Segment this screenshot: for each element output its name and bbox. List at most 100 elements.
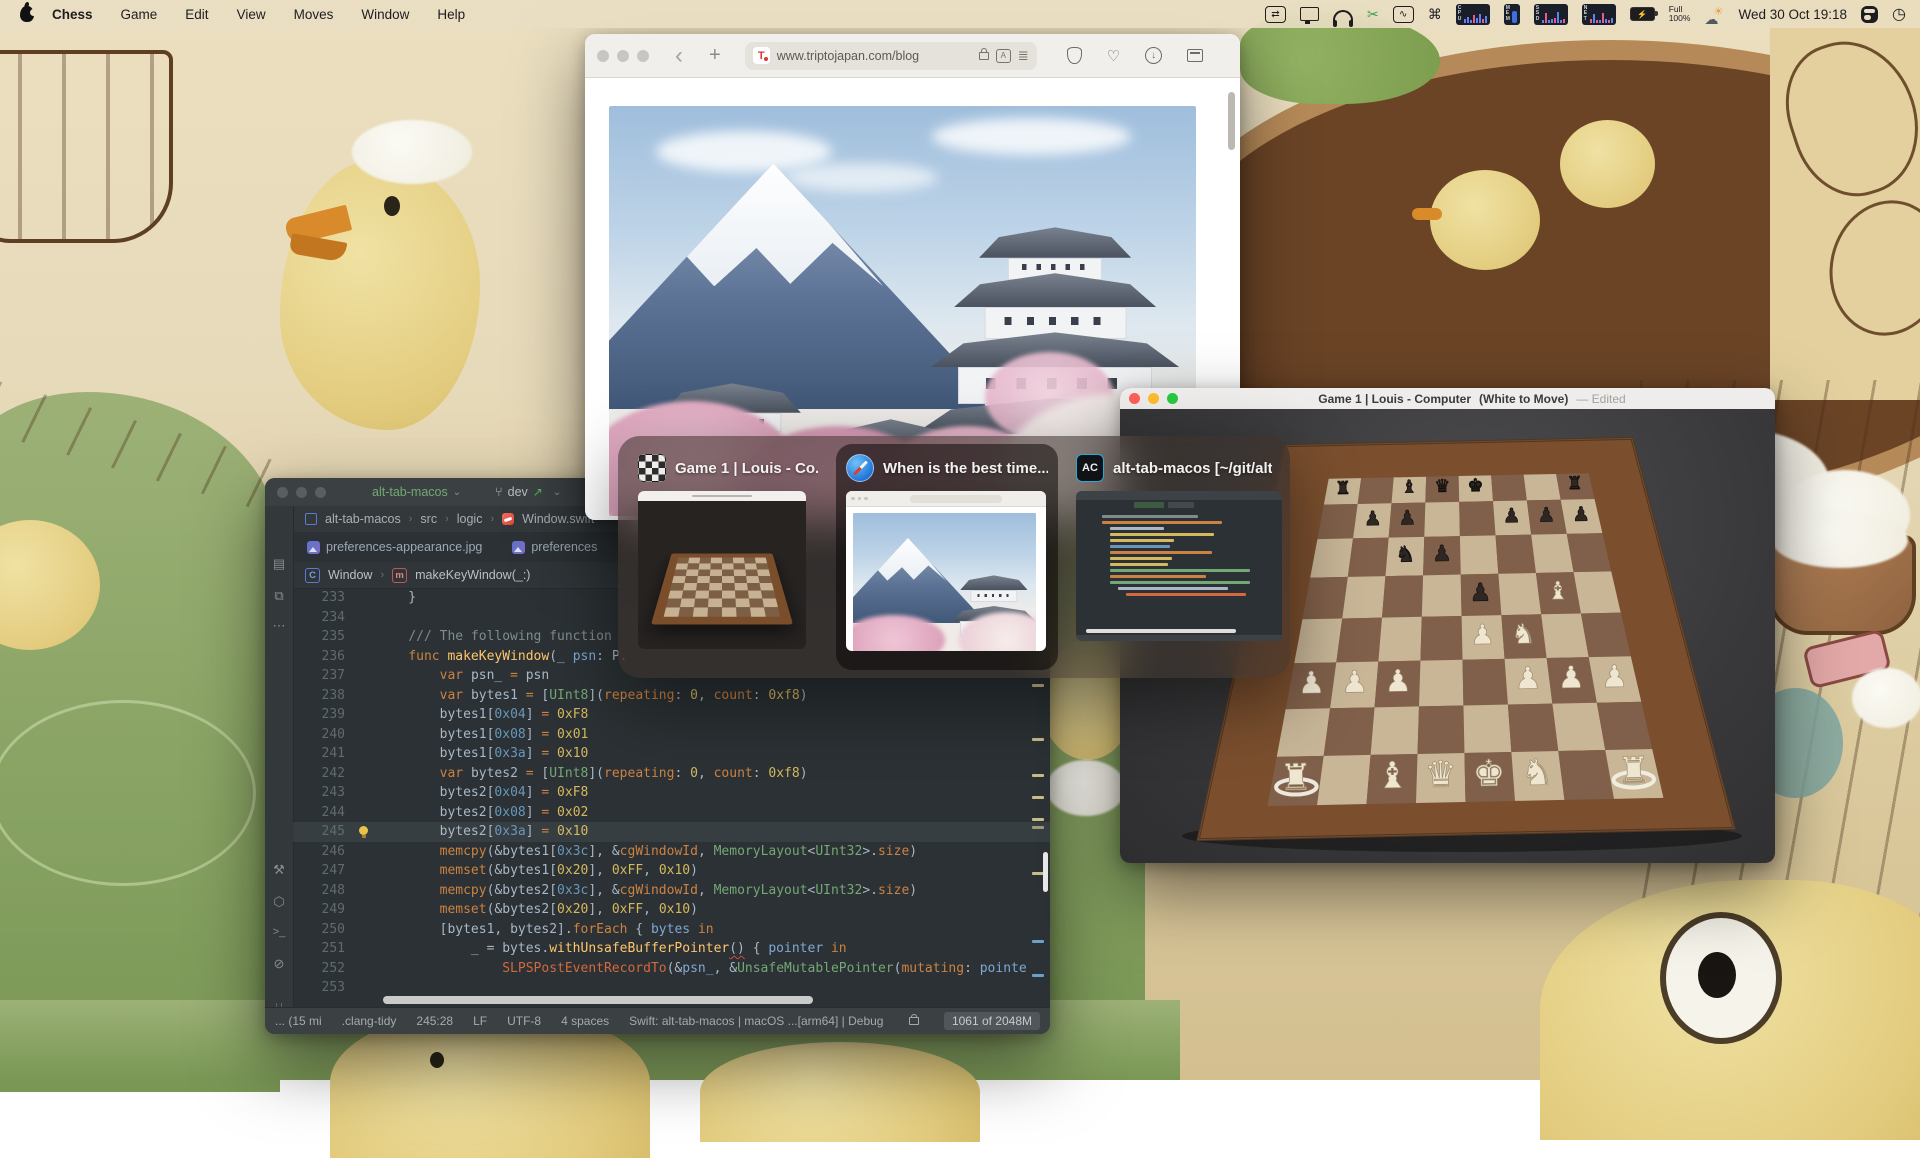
project-tool-icon[interactable]: ▤ — [265, 556, 293, 572]
black-piece: ♟ — [1469, 578, 1492, 607]
back-button[interactable]: ‹ — [675, 44, 683, 68]
chess-window-thumbnail[interactable] — [638, 491, 806, 649]
wallpaper-duck — [280, 160, 480, 430]
trackpad-icon[interactable]: ∿ — [1393, 6, 1414, 23]
memory-meter[interactable]: MEM — [1504, 4, 1520, 25]
ssd-meter[interactable]: SSD — [1534, 4, 1568, 25]
line-number: 243 — [293, 783, 351, 803]
intention-bulb-icon[interactable] — [359, 826, 368, 835]
line-number: 237 — [293, 666, 351, 686]
safari-window-thumbnail[interactable] — [846, 491, 1046, 651]
line-number: 248 — [293, 881, 351, 901]
menu-edit[interactable]: Edit — [185, 7, 208, 22]
apple-menu-icon[interactable] — [20, 6, 34, 22]
safari-toolbar[interactable]: ‹ + T www.triptojapan.com/blog A ≣ ♡ ↓ — [585, 34, 1240, 78]
status-caret-position[interactable]: 245:28 — [416, 1014, 453, 1028]
switcher-item-safari-selected[interactable]: When is the best time... — [836, 444, 1058, 670]
window-controls[interactable] — [597, 50, 649, 62]
tab-preferences-appearance[interactable]: preferences-appearance.jpg — [307, 540, 482, 554]
wallpaper-foam — [352, 120, 472, 184]
code-line: 251 _ = bytes.withUnsafeBufferPointer() … — [293, 939, 1050, 959]
minimize-button[interactable] — [1148, 393, 1159, 404]
window-controls[interactable] — [1129, 393, 1178, 404]
weather-icon[interactable]: ☀☁ — [1704, 7, 1724, 21]
crumb-src[interactable]: src — [420, 512, 437, 526]
tab-overview-icon[interactable] — [1187, 49, 1203, 62]
download-icon[interactable]: ↓ — [1145, 47, 1162, 64]
menu-bar-clock[interactable]: Wed 30 Oct 19:18 — [1738, 7, 1847, 22]
switcher-item-chess[interactable]: Game 1 | Louis - Co... — [628, 444, 828, 670]
reader-icon[interactable]: ≣ — [1018, 48, 1029, 64]
status-memory-indicator[interactable]: 1061 of 2048M — [944, 1012, 1040, 1030]
editor-window-thumbnail[interactable] — [1076, 491, 1282, 641]
white-piece: ♜ — [1279, 755, 1313, 799]
close-button[interactable] — [277, 487, 288, 498]
more-tools-icon[interactable]: ⋯ — [265, 618, 293, 634]
project-selector[interactable]: alt-tab-macos — [372, 485, 448, 499]
crumb-method[interactable]: makeKeyWindow(_:) — [415, 568, 530, 582]
new-tab-button[interactable]: + — [709, 44, 721, 67]
black-piece: ♟ — [1503, 504, 1521, 527]
white-piece: ♟ — [1470, 620, 1495, 652]
wallpaper-tub-duck — [1560, 120, 1655, 208]
window-controls[interactable] — [277, 487, 326, 498]
headphones-icon[interactable] — [1333, 10, 1353, 23]
menu-chess[interactable]: Chess — [52, 7, 93, 22]
menu-help[interactable]: Help — [437, 7, 465, 22]
url-text[interactable]: www.triptojapan.com/blog — [777, 49, 919, 63]
scissors-icon[interactable]: ✂ — [1367, 7, 1379, 21]
tool-rail[interactable]: ▤ ⧉ ⋯ ⚒ ⬡ >_ ⊘ ⑂ — [265, 506, 294, 1008]
zoom-button[interactable] — [1167, 393, 1178, 404]
chess-title-bar[interactable]: Game 1 | Louis - Computer (White to Move… — [1120, 388, 1775, 409]
menu-game[interactable]: Game — [121, 7, 158, 22]
display-icon[interactable] — [1300, 7, 1319, 21]
branch-selector[interactable]: ⑂ dev ↗ ⌄ — [495, 485, 561, 499]
menu-window[interactable]: Window — [361, 7, 409, 22]
crumb-file[interactable]: Window.swift — [522, 512, 594, 526]
crumb-project[interactable]: alt-tab-macos — [325, 512, 401, 526]
structure-tool-icon[interactable]: ⧉ — [265, 588, 293, 604]
display-arrangement-icon[interactable]: ⇄ — [1265, 6, 1286, 23]
control-center-icon[interactable] — [1861, 6, 1878, 23]
line-number: 246 — [293, 842, 351, 862]
unlock-icon[interactable] — [909, 1017, 919, 1025]
status-clang-tidy[interactable]: .clang-tidy — [342, 1014, 397, 1028]
network-meter[interactable]: NET — [1582, 4, 1616, 25]
menu-moves[interactable]: Moves — [294, 7, 334, 22]
command-icon[interactable]: ⌘ — [1428, 7, 1442, 21]
switcher-item-appcode[interactable]: AC alt-tab-macos [~/git/alt... — [1066, 444, 1282, 670]
crumb-class[interactable]: Window — [328, 568, 372, 582]
time-machine-icon[interactable]: ◷ — [1892, 4, 1906, 24]
close-button[interactable] — [597, 50, 609, 62]
status-line-ending[interactable]: LF — [473, 1014, 487, 1028]
horizontal-scrollbar[interactable] — [383, 996, 813, 1004]
cpu-meter[interactable]: CPU — [1456, 4, 1490, 25]
menu-view[interactable]: View — [237, 7, 266, 22]
minimize-button[interactable] — [296, 487, 307, 498]
build-tool-icon[interactable]: ⚒ — [265, 862, 293, 878]
zoom-button[interactable] — [637, 50, 649, 62]
editor-status-bar: ... (15 mi .clang-tidy 245:28 LF UTF-8 4… — [265, 1007, 1050, 1034]
status-run-target[interactable]: Swift: alt-tab-macos | macOS ...[arm64] … — [629, 1014, 883, 1028]
translate-icon[interactable]: A — [996, 49, 1011, 63]
heart-icon[interactable]: ♡ — [1107, 47, 1120, 65]
address-bar[interactable]: T www.triptojapan.com/blog A ≣ — [745, 42, 1037, 70]
problems-tool-icon[interactable]: ⊘ — [265, 956, 293, 972]
line-number: 240 — [293, 725, 351, 745]
line-number: 252 — [293, 959, 351, 979]
zoom-button[interactable] — [315, 487, 326, 498]
tab-preferences[interactable]: preferences — [512, 540, 597, 554]
code-line: 243 bytes2[0x04] = 0xF8 — [293, 783, 1050, 803]
crumb-logic[interactable]: logic — [457, 512, 483, 526]
battery-icon[interactable]: ⚡ — [1630, 7, 1655, 21]
close-button[interactable] — [1129, 393, 1140, 404]
status-encoding[interactable]: UTF-8 — [507, 1014, 541, 1028]
terminal-tool-icon[interactable]: >_ — [265, 926, 293, 938]
code-line: 240 bytes1[0x08] = 0x01 — [293, 725, 1050, 745]
status-indent[interactable]: 4 spaces — [561, 1014, 609, 1028]
privacy-shield-icon[interactable] — [1067, 47, 1082, 64]
line-number: 241 — [293, 744, 351, 764]
page-scrollbar[interactable] — [1228, 92, 1235, 150]
run-tool-icon[interactable]: ⬡ — [265, 894, 293, 910]
minimize-button[interactable] — [617, 50, 629, 62]
